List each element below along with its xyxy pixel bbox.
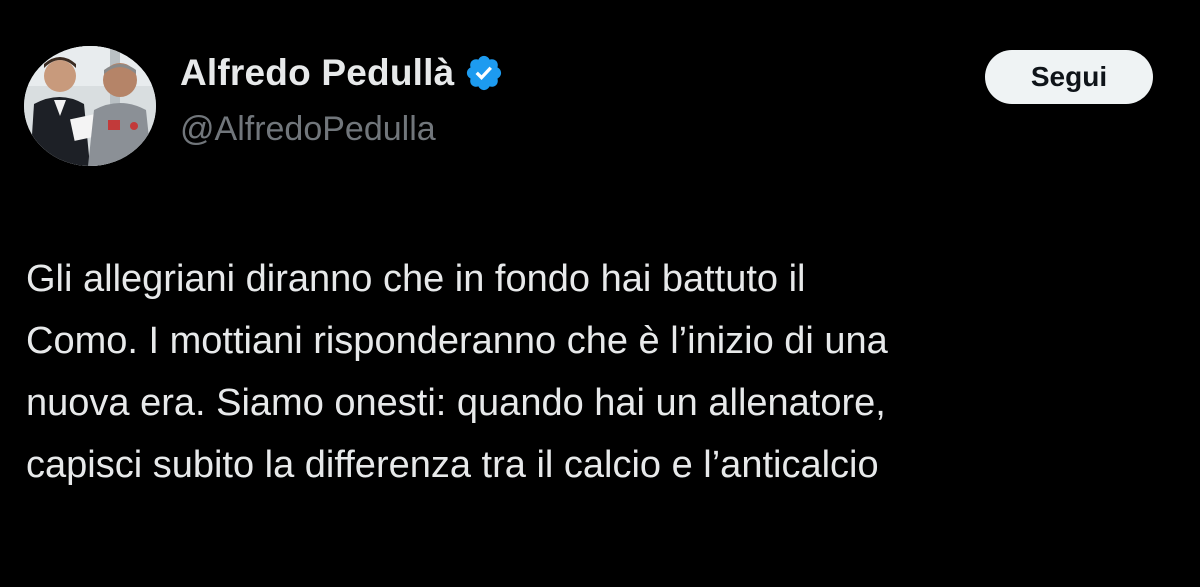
avatar-photo [24,46,156,166]
tweet-text-line: Como. I mottiani risponderanno che è l’i… [26,320,888,362]
follow-button[interactable]: Segui [985,50,1153,104]
tweet-text-line: nuova era. Siamo onesti: quando hai un a… [26,382,886,424]
display-name[interactable]: Alfredo Pedullà [180,52,454,94]
tweet-text-line: capisci subito la differenza tra il calc… [26,444,879,486]
name-row: Alfredo Pedullà [180,50,504,96]
tweet-header: Alfredo Pedullà @AlfredoPedulla [180,50,504,149]
verified-badge-icon [467,55,502,91]
tweet-text-line: Gli allegriani diranno che in fondo hai … [26,258,806,300]
tweet-text: Gli allegriani diranno che in fondo hai … [26,248,1176,496]
tweet-card: Alfredo Pedullà @AlfredoPedulla Segui Gl… [0,0,1200,587]
avatar[interactable] [24,46,156,166]
user-handle[interactable]: @AlfredoPedulla [180,110,504,149]
